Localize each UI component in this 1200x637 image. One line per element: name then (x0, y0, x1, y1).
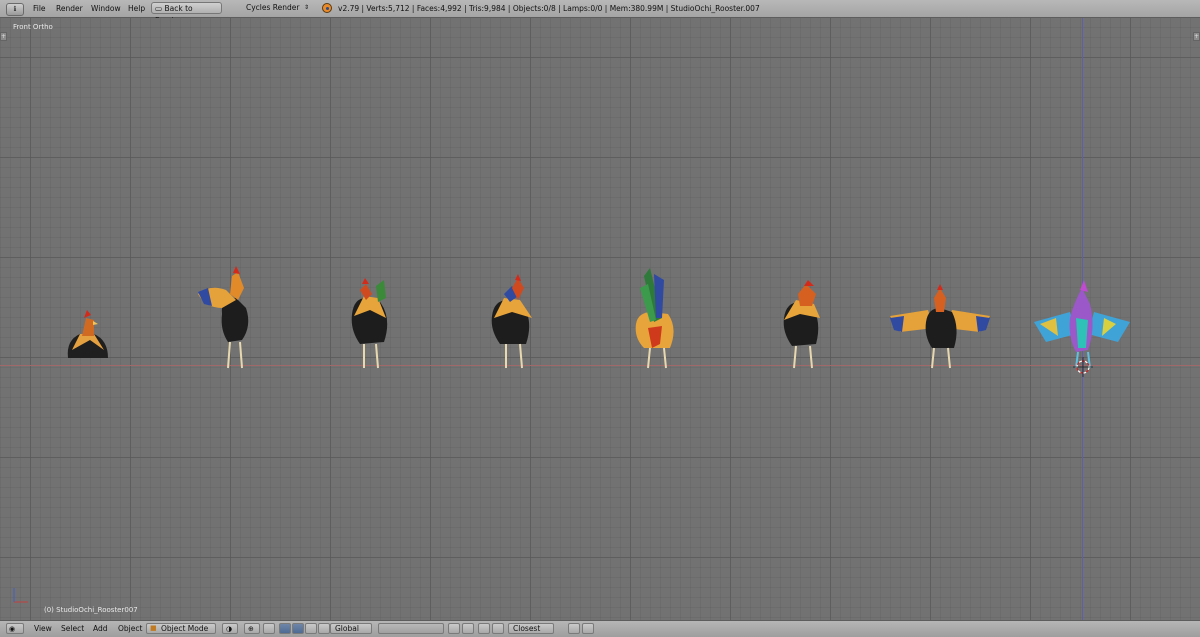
layers-panel[interactable] (378, 623, 444, 634)
snap-toggle-button[interactable] (478, 623, 490, 634)
3d-view-header: ◉ View Select Add Object ■ Object Mode ◑… (0, 620, 1200, 637)
active-object-label: (0) StudioOchi_Rooster007 (44, 606, 138, 614)
menu-view[interactable]: View (34, 621, 52, 637)
3d-viewport[interactable]: + + Front Ortho (0) StudioOchi_Rooster00… (0, 18, 1200, 620)
menu-render[interactable]: Render (56, 0, 83, 17)
snap-target-select[interactable]: Closest (508, 623, 554, 634)
menu-help[interactable]: Help (128, 0, 145, 17)
render-engine-label: Cycles Render (246, 3, 300, 12)
menu-select[interactable]: Select (61, 621, 84, 637)
menu-object[interactable]: Object (118, 621, 142, 637)
scale-manipulator-button[interactable] (305, 623, 317, 634)
rotate-manipulator-button[interactable] (292, 623, 304, 634)
rooster-wings-spread[interactable] (890, 284, 990, 369)
render-still-button[interactable] (568, 623, 580, 634)
render-animation-button[interactable] (582, 623, 594, 634)
back-to-previous-button[interactable]: ▭ Back to Previous (151, 2, 222, 25)
orientation-label: Global (335, 624, 359, 633)
blender-logo-icon (322, 3, 332, 13)
rooster-rear-tail[interactable] (635, 268, 674, 369)
info-icon: ℹ (13, 5, 17, 13)
menu-add[interactable]: Add (93, 621, 108, 637)
snap-target-label: Closest (513, 624, 541, 633)
rooster-turned[interactable] (783, 280, 820, 369)
render-engine-select[interactable]: Cycles Render ⇕ (238, 2, 311, 14)
rooster-sitting[interactable] (67, 310, 108, 358)
view-axis-gizmo (13, 588, 28, 603)
manipulator-extra-button[interactable] (318, 623, 330, 634)
rooster-facing-front[interactable] (351, 278, 388, 369)
editor-type-3d-button[interactable]: ◉ (6, 623, 24, 634)
view3d-icon: ◉ (9, 625, 16, 633)
rooster-uv-colored[interactable] (1034, 280, 1130, 369)
object-mode-icon: ■ (150, 624, 157, 632)
rooster-crowing[interactable] (198, 266, 249, 369)
lock-layers-button[interactable] (448, 623, 460, 634)
menu-window[interactable]: Window (91, 0, 121, 17)
translate-manipulator-button[interactable] (279, 623, 291, 634)
menu-file[interactable]: File (33, 0, 46, 17)
transform-orientation-select[interactable]: Global (330, 623, 372, 634)
models-layer (13, 266, 1130, 603)
shading-mode-button[interactable]: ◑ (222, 623, 238, 634)
rooster-standing-side[interactable] (491, 274, 532, 369)
screen-icon: ▭ (155, 4, 163, 13)
solid-shading-icon: ◑ (226, 625, 233, 633)
scene-statistics: v2.79 | Verts:5,712 | Faces:4,992 | Tris… (338, 4, 760, 13)
info-header: ℹ File Render Window Help ▭ Back to Prev… (0, 0, 1200, 25)
mode-label: Object Mode (161, 624, 209, 633)
chevron-updown-icon: ⇕ (303, 4, 309, 11)
proportional-edit-button[interactable] (462, 623, 474, 634)
editor-type-button[interactable]: ℹ (6, 3, 24, 16)
pivot-point-button[interactable]: ⊕ (244, 623, 260, 634)
manipulator-toggle-button[interactable] (263, 623, 275, 634)
pivot-icon: ⊕ (248, 625, 254, 633)
snap-element-button[interactable] (492, 623, 504, 634)
interaction-mode-select[interactable]: ■ Object Mode (146, 623, 216, 634)
